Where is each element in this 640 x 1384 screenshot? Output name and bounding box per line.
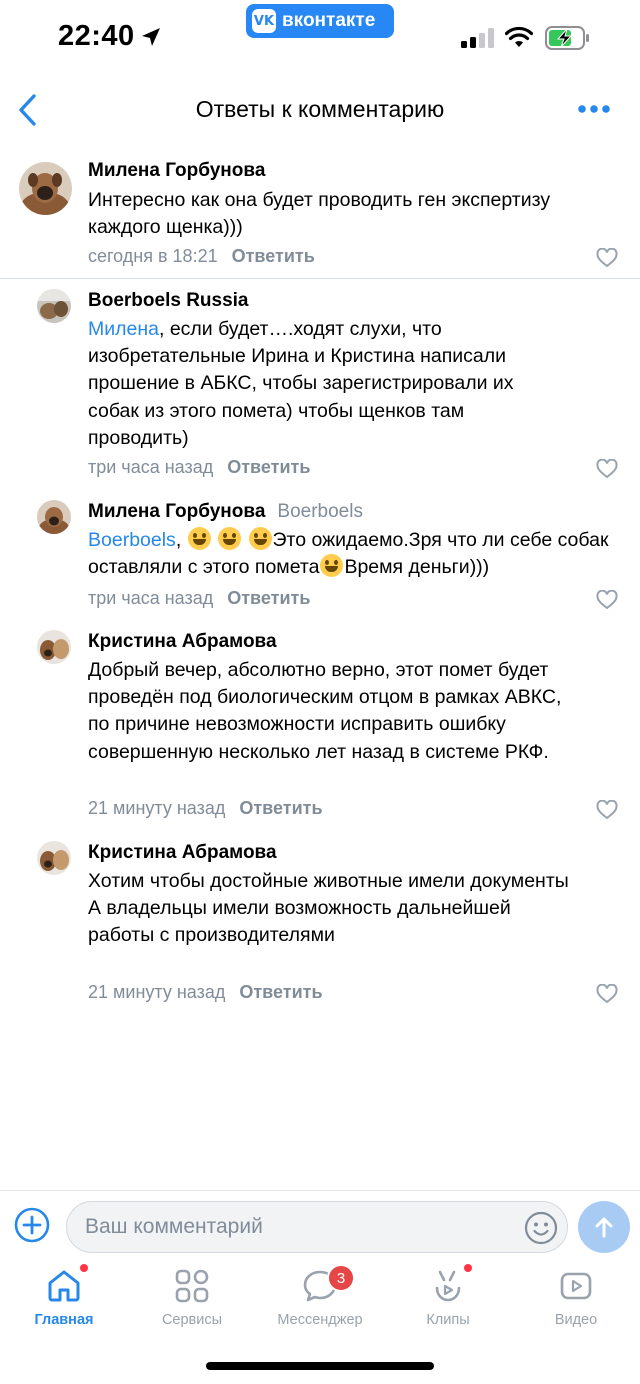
heart-icon[interactable] (596, 248, 618, 268)
comment-line: Хотим чтобы достойные животные имели док… (88, 870, 569, 892)
comment-text: Хотим чтобы достойные животные имели док… (88, 868, 573, 950)
location-arrow-icon (142, 28, 160, 46)
vk-logo-icon: VK (252, 9, 276, 33)
nav-header: Ответы к комментарию (0, 78, 640, 144)
comment-meta: 21 минуту назад Ответить (88, 798, 323, 819)
more-horizontal-icon[interactable] (576, 100, 612, 118)
grinning-face-emoji (320, 554, 344, 578)
grinning-face-emoji (218, 527, 242, 550)
tab-label: Главная (34, 1312, 94, 1328)
heart-icon[interactable] (596, 800, 618, 820)
comment-author[interactable]: Кристина Абрамова (88, 631, 277, 653)
clips-icon (435, 1270, 461, 1302)
comment-meta: три часа назад Ответить (88, 588, 310, 609)
reply-button[interactable]: Ответить (239, 982, 322, 1002)
comment-text: Boerboels, Это ожидаемо.Зря что ли себе … (88, 527, 623, 581)
avatar[interactable] (37, 500, 71, 534)
bottom-tab-bar: Главная Сервисы 3 Мессенджер Клипы Видео (0, 1260, 640, 1344)
reply-comment: Кристина Абрамова Добрый вечер, абсолютн… (0, 620, 640, 831)
comment-author-name[interactable]: Милена Горбунова (88, 501, 265, 522)
comment-time: 21 минуту назад (88, 982, 226, 1002)
heart-icon[interactable] (596, 590, 618, 610)
tab-label: Видео (554, 1312, 598, 1328)
mention-link[interactable]: Boerboels (88, 529, 176, 551)
video-icon (560, 1272, 592, 1300)
avatar[interactable] (37, 630, 71, 664)
tab-label: Мессенджер (277, 1312, 363, 1328)
comment-author[interactable]: Милена Горбунова (88, 160, 265, 182)
tab-services[interactable]: Сервисы (128, 1260, 256, 1344)
comment-text: Добрый вечер, абсолютно верно, этот поме… (88, 659, 562, 763)
avatar[interactable] (19, 162, 72, 215)
status-time: 22:40 (58, 20, 135, 52)
reply-button[interactable]: Ответить (227, 588, 310, 608)
services-grid-icon (175, 1269, 209, 1303)
comment-time: три часа назад (88, 588, 214, 608)
home-indicator (206, 1362, 434, 1370)
tab-clips[interactable]: Клипы (384, 1260, 512, 1344)
reply-comment: Кристина Абрамова Хотим чтобы достойные … (0, 831, 640, 1011)
home-icon (48, 1270, 80, 1302)
comment-time: три часа назад (88, 457, 214, 477)
arrow-up-icon (595, 1217, 613, 1238)
comment-time: 21 минуту назад (88, 798, 226, 818)
avatar[interactable] (37, 289, 71, 323)
tab-messenger[interactable]: 3 Мессенджер (256, 1260, 384, 1344)
comment-time: сегодня в 18:21 (88, 246, 218, 266)
comment-input[interactable] (66, 1201, 568, 1253)
status-bar: 22:40 VK вконтакте (0, 0, 640, 78)
reply-comment: Милена Горбунова Boerboels Boerboels, Это… (0, 490, 640, 620)
signal-icon (461, 28, 494, 48)
comment-composer (0, 1190, 640, 1260)
heart-icon[interactable] (596, 984, 618, 1004)
tab-video[interactable]: Видео (512, 1260, 640, 1344)
wifi-icon (505, 26, 533, 47)
comment-author: Милена Горбунова Boerboels (88, 501, 363, 523)
comment-author[interactable]: Boerboels Russia (88, 290, 249, 312)
unread-badge: 3 (327, 1264, 355, 1292)
notification-dot (80, 1264, 88, 1272)
comment-body: , (175, 529, 187, 551)
tab-label: Сервисы (161, 1312, 223, 1328)
send-button[interactable] (578, 1201, 630, 1253)
comment-meta: три часа назад Ответить (88, 457, 310, 478)
comment-meta: 21 минуту назад Ответить (88, 982, 323, 1003)
reply-button[interactable]: Ответить (232, 246, 315, 266)
app-return-pill[interactable]: VK вконтакте (246, 4, 394, 38)
notification-dot (464, 1264, 472, 1272)
app-return-label: вконтакте (282, 10, 376, 31)
root-comment: Милена Горбунова Интересно как она будет… (0, 144, 640, 279)
comment-line: А владельцы имели возможность дальнейшей… (88, 897, 511, 947)
reply-button[interactable]: Ответить (227, 457, 310, 477)
tab-home[interactable]: Главная (0, 1260, 128, 1344)
reply-button[interactable]: Ответить (239, 798, 322, 818)
comment-body: Время деньги))) (344, 556, 490, 579)
grinning-face-emoji (248, 527, 272, 550)
mention-link[interactable]: Милена (88, 318, 159, 340)
comment-text: Интересно как она будет проводить ген эк… (88, 189, 551, 239)
battery-charging-icon (545, 26, 589, 50)
avatar[interactable] (37, 841, 71, 875)
comment-author[interactable]: Кристина Абрамова (88, 842, 277, 864)
plus-circle-icon[interactable] (14, 1207, 50, 1243)
reply-to-label[interactable]: Boerboels (277, 501, 363, 522)
reply-comment: Boerboels Russia Милена, если будет….ход… (0, 279, 640, 490)
comment-meta: сегодня в 18:21 Ответить (88, 246, 315, 267)
tab-label: Клипы (426, 1312, 470, 1328)
comment-thread: Милена Горбунова Интересно как она будет… (0, 144, 640, 1011)
grinning-face-emoji (187, 527, 211, 550)
page-title: Ответы к комментарию (195, 96, 445, 122)
heart-icon[interactable] (596, 459, 618, 479)
comment-text: Милена, если будет….ходят слухи, что изо… (88, 316, 568, 452)
smile-icon[interactable] (524, 1211, 558, 1245)
